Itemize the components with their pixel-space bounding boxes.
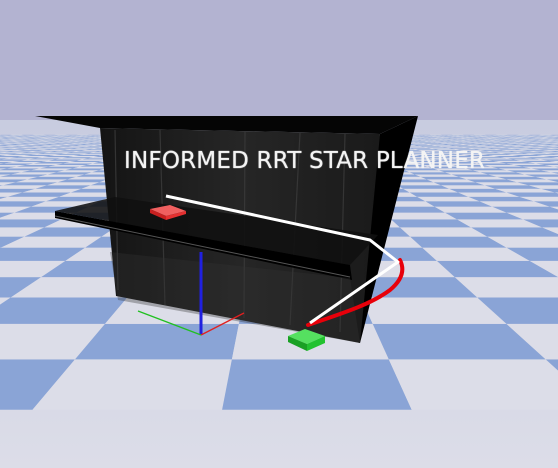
floor-tile <box>420 176 467 180</box>
floor-tile <box>434 145 457 147</box>
floor-tile <box>409 144 429 145</box>
sky-background <box>0 0 558 135</box>
simulation-viewport[interactable]: INFORMED RRT STAR PLANNER <box>0 0 558 468</box>
floor-tile <box>80 144 102 145</box>
floor-tile <box>419 146 442 147</box>
floor-tile <box>414 174 459 177</box>
floor-tile <box>452 145 475 147</box>
floor-tile <box>426 144 447 145</box>
floor-tile <box>411 144 432 145</box>
floor-tile <box>428 144 450 145</box>
floor-tile <box>423 143 444 144</box>
floor-tile <box>431 145 453 146</box>
floor-tile <box>446 144 467 145</box>
floor-tile <box>0 297 128 324</box>
floor-tile <box>414 145 435 146</box>
floor-tile <box>409 192 469 197</box>
floor-tile <box>434 142 454 144</box>
floor-tile <box>450 142 470 144</box>
floor-tile <box>438 146 460 147</box>
floor-tile <box>222 359 412 410</box>
floor-tile <box>391 219 471 228</box>
3d-scene[interactable] <box>0 0 558 468</box>
floor-tile <box>383 212 457 220</box>
floor-tile <box>388 359 558 410</box>
floor-tile <box>449 145 471 146</box>
floor-tile <box>443 144 464 145</box>
floor-tile <box>418 142 438 144</box>
floor-tile <box>397 185 450 189</box>
floor-tile <box>403 188 459 193</box>
floor-tile <box>416 145 438 147</box>
floor-tile <box>440 143 460 144</box>
planner-title-overlay: INFORMED RRT STAR PLANNER <box>124 148 486 174</box>
